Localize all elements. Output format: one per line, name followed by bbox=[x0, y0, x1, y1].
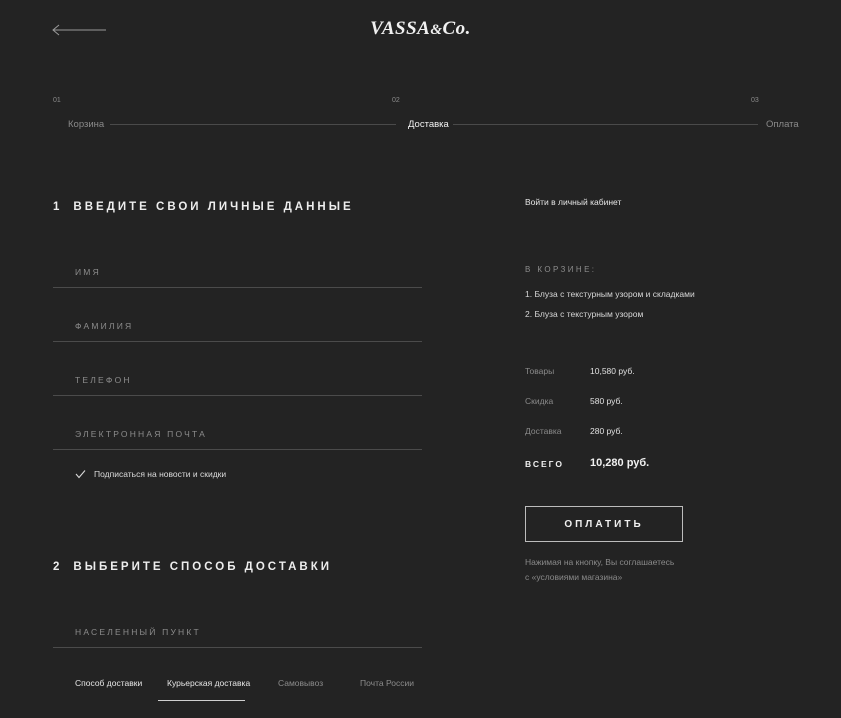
brand-logo[interactable]: VASSA&Co. bbox=[0, 18, 841, 40]
step-cart[interactable]: Корзина bbox=[68, 119, 104, 130]
tab-russian-post[interactable]: Почта России bbox=[360, 678, 414, 688]
delivery-method-label: Способ доставки bbox=[75, 678, 143, 688]
field-label: Населенный пункт bbox=[75, 627, 201, 637]
field-label: Фамилия bbox=[75, 321, 134, 331]
shipping-value: 280 руб. bbox=[590, 426, 623, 436]
disclaimer-text: Нажимая на кнопку, Вы соглашаетесь bbox=[525, 557, 675, 567]
delivery-section-title: 2 ВЫБЕРИТЕ СПОСОБ ДОСТАВКИ bbox=[53, 561, 332, 573]
section-title-text: ВВЕДИТЕ СВОИ ЛИЧНЫЕ ДАННЫЕ bbox=[73, 201, 354, 213]
terms-link[interactable]: с «условиями магазина» bbox=[525, 572, 622, 582]
city-field[interactable]: Населенный пункт bbox=[53, 618, 422, 648]
cart-item[interactable]: 2. Блуза с текстурным узором bbox=[525, 309, 643, 319]
tab-pickup[interactable]: Самовывоз bbox=[278, 678, 323, 688]
discount-value: 580 руб. bbox=[590, 396, 623, 406]
total-value: 10,280 руб. bbox=[590, 457, 650, 469]
discount-label: Скидка bbox=[525, 396, 554, 406]
step-divider bbox=[110, 124, 396, 125]
checkout-page: VASSA&Co. 01 02 03 Корзина Доставка Опла… bbox=[0, 0, 841, 718]
section-number: 1 bbox=[53, 201, 63, 213]
cart-title: В КОРЗИНЕ: bbox=[525, 265, 597, 274]
step-number: 03 bbox=[751, 97, 759, 104]
field-label: Электронная почта bbox=[75, 429, 207, 439]
field-label: Имя bbox=[75, 267, 101, 277]
section-title-text: ВЫБЕРИТЕ СПОСОБ ДОСТАВКИ bbox=[73, 561, 333, 573]
pay-button[interactable]: ОПЛАТИТЬ bbox=[525, 506, 683, 542]
subscribe-label: Подписаться на новости и скидки bbox=[94, 469, 227, 479]
goods-value: 10,580 руб. bbox=[590, 366, 635, 376]
section-number: 2 bbox=[53, 561, 63, 573]
subscribe-checkbox[interactable]: Подписаться на новости и скидки bbox=[75, 467, 226, 481]
shipping-label: Доставка bbox=[525, 426, 562, 436]
cart-item[interactable]: 1. Блуза с текстурным узором и складками bbox=[525, 289, 695, 299]
email-field[interactable]: Электронная почта bbox=[53, 420, 422, 450]
login-link[interactable]: Войти в личный кабинет bbox=[525, 197, 621, 207]
step-number: 01 bbox=[53, 97, 61, 104]
total-label: ВСЕГО bbox=[525, 459, 564, 469]
personal-section-title: 1 ВВЕДИТЕ СВОИ ЛИЧНЫЕ ДАННЫЕ bbox=[53, 201, 354, 213]
logo-tail: Co. bbox=[442, 18, 471, 39]
checkmark-icon bbox=[75, 470, 86, 479]
last-name-field[interactable]: Фамилия bbox=[53, 312, 422, 342]
logo-main: VASSA bbox=[370, 18, 431, 39]
logo-ampersand: & bbox=[430, 22, 443, 38]
field-label: Телефон bbox=[75, 375, 132, 385]
step-payment: Оплата bbox=[766, 119, 799, 130]
phone-field[interactable]: Телефон bbox=[53, 366, 422, 396]
first-name-field[interactable]: Имя bbox=[53, 258, 422, 288]
step-number: 02 bbox=[392, 97, 400, 104]
step-delivery: Доставка bbox=[408, 119, 449, 130]
tab-courier[interactable]: Курьерская доставка bbox=[167, 678, 250, 688]
selected-tab-underline bbox=[158, 700, 245, 701]
step-divider bbox=[453, 124, 758, 125]
goods-label: Товары bbox=[525, 366, 555, 376]
